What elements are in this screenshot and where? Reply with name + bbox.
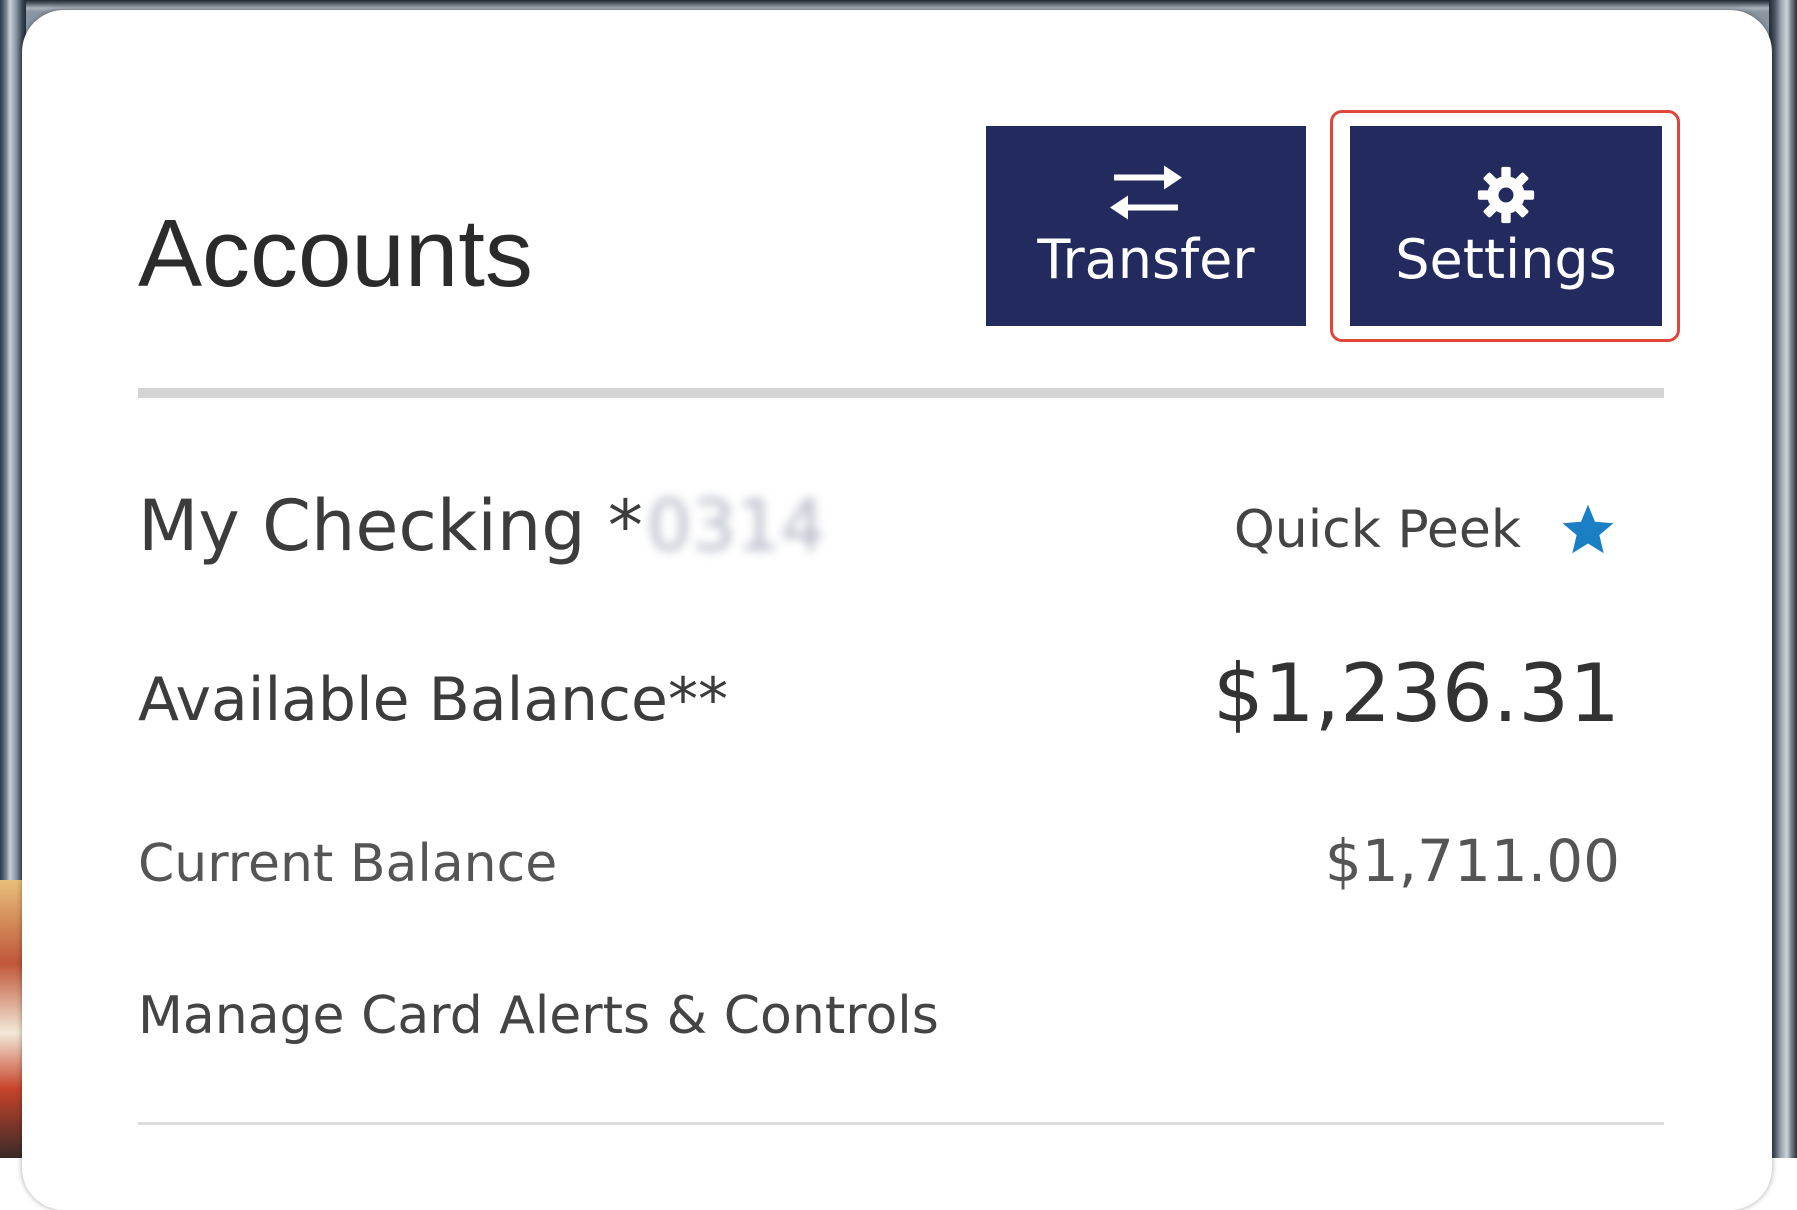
quick-peek-toggle[interactable]: Quick Peek [1234,500,1617,560]
transfer-button[interactable]: Transfer [986,126,1306,326]
transfer-arrows-icon [1110,165,1182,220]
quick-peek-label: Quick Peek [1233,500,1521,560]
available-balance-value: $1,236.31 [1212,647,1620,740]
transfer-label: Transfer [1037,228,1255,291]
page-title: Accounts [138,200,533,307]
current-balance-value: $1,711.00 [1324,827,1620,895]
section-divider [138,1122,1664,1125]
settings-button[interactable]: Settings [1350,126,1662,326]
settings-label: Settings [1395,228,1617,291]
account-number-masked: 0314 [646,485,826,567]
manage-card-alerts-link[interactable]: Manage Card Alerts & Controls [138,990,939,1042]
account-name[interactable]: My Checking * 0314 [138,488,825,565]
current-balance-label: Current Balance [138,834,558,894]
available-balance-label: Available Balance** [138,665,728,735]
account-name-label: My Checking * [138,485,643,567]
header-divider [138,388,1664,398]
gear-icon [1477,166,1535,224]
accounts-card: Accounts Transfer Settings My Checking *… [22,10,1772,1210]
star-icon[interactable] [1559,501,1617,559]
